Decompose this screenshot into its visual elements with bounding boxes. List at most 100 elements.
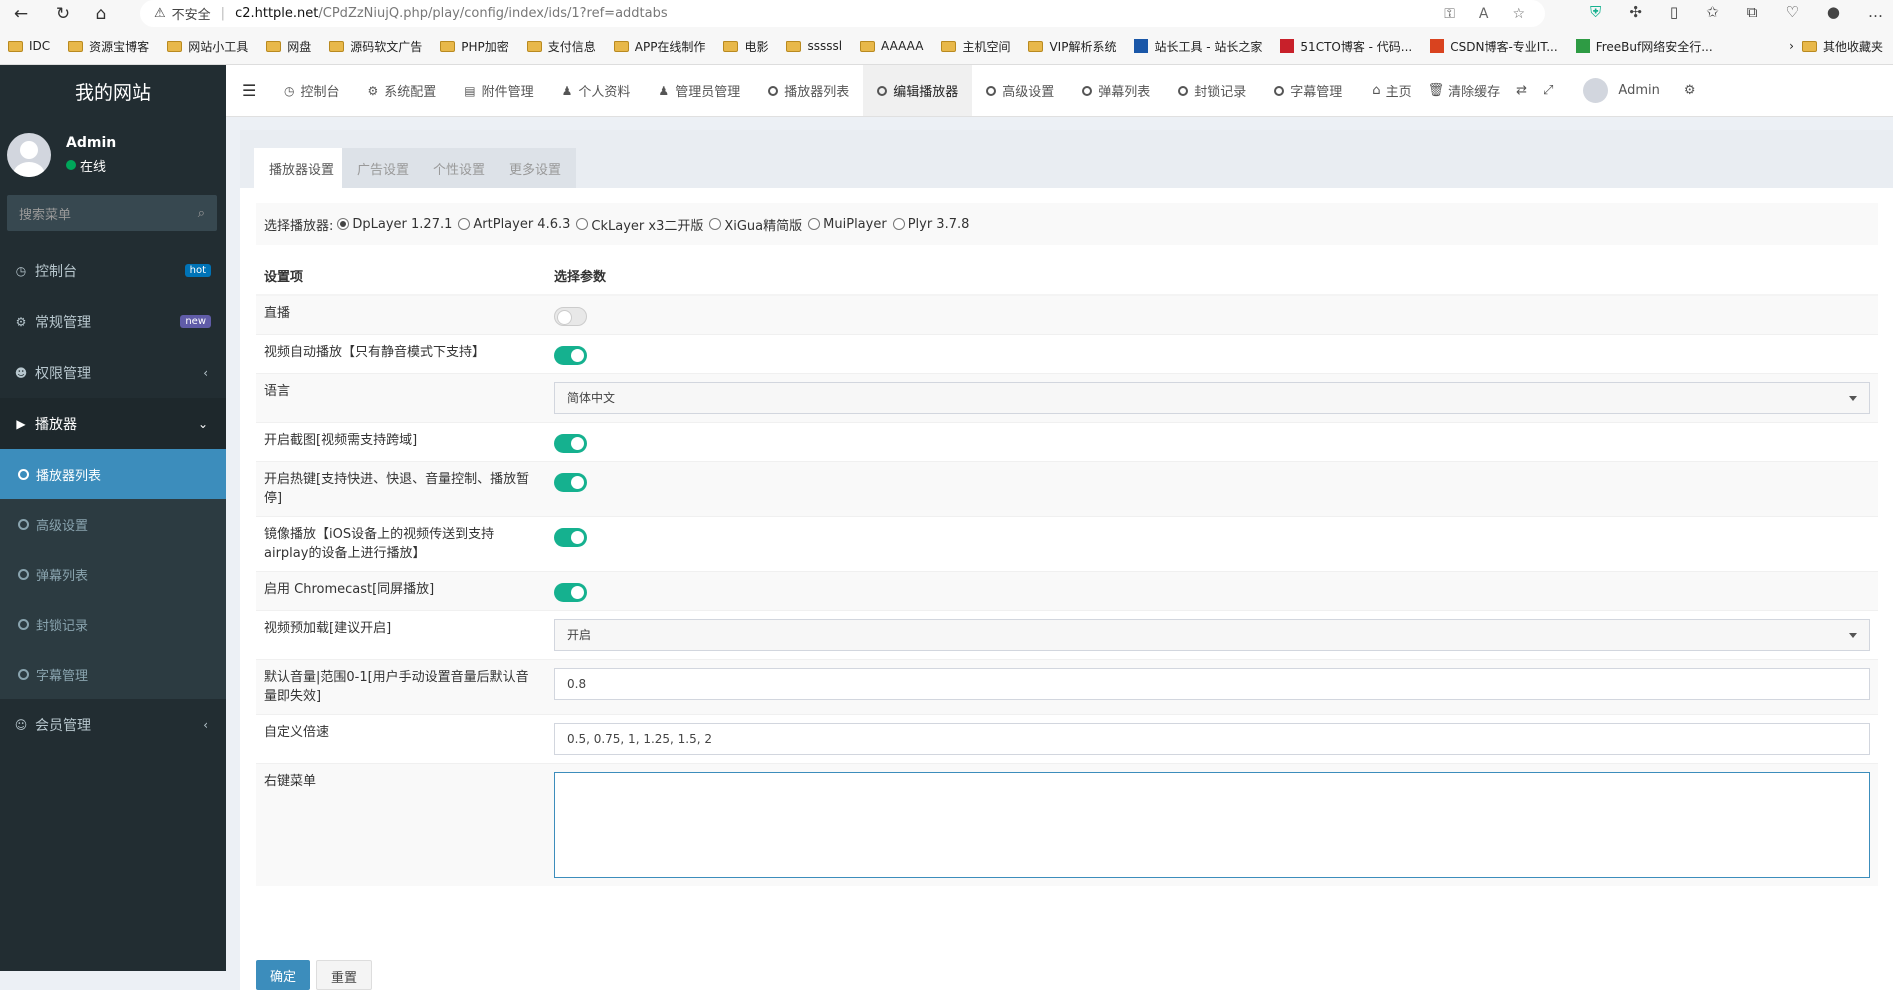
context-menu-textarea[interactable] (554, 772, 1870, 878)
radio-button[interactable] (808, 218, 821, 230)
tab-0[interactable]: ◷ 控制台 (270, 65, 354, 116)
toggle-switch[interactable] (554, 307, 587, 326)
bookmark-item[interactable]: 电影 (723, 38, 768, 55)
sidebar-subitem-3[interactable]: 封锁记录 (0, 599, 226, 649)
sidebar-subitem-0[interactable]: 播放器列表 (0, 449, 226, 499)
panel-tab-3[interactable]: 更多设置 (494, 148, 577, 188)
setting-value-cell (546, 294, 1878, 335)
key-icon[interactable]: ⚿ (1444, 6, 1455, 22)
tab-8[interactable]: 弹幕列表 (1068, 65, 1164, 116)
bookmark-item[interactable]: 资源宝博客 (68, 38, 149, 55)
admin-menu[interactable]: Admin (1583, 78, 1660, 103)
player-option[interactable]: CkLayer x3二开版 (576, 215, 703, 234)
sidebar-item-3[interactable]: ▶ 播放器 ⌄ (0, 398, 226, 449)
text-input[interactable]: 0.5, 0.75, 1, 1.25, 1.5, 2 (554, 723, 1870, 755)
sidebar-subitem-1[interactable]: 高级设置 (0, 499, 226, 549)
radio-button[interactable] (458, 218, 471, 230)
clear-cache-button[interactable]: 🗑 清除缓存 (1428, 81, 1501, 100)
sidebar-item-member[interactable]: ☺ 会员管理 ‹ (0, 699, 226, 750)
radio-button[interactable] (337, 218, 350, 230)
text-input[interactable]: 0.8 (554, 668, 1870, 700)
tab-7[interactable]: 高级设置 (972, 65, 1068, 116)
fullscreen-icon[interactable]: ⤢ (1543, 83, 1553, 98)
panel-tab-2[interactable]: 个性设置 (418, 148, 501, 188)
home-icon[interactable]: ⌂ (90, 3, 112, 25)
address-bar[interactable]: ⚠ 不安全 | c2.httple.net /CPdZzNiujQ.php/pl… (140, 0, 1545, 27)
collections-icon[interactable]: ⧉ (1747, 3, 1758, 21)
select-field[interactable]: 简体中文 (554, 382, 1870, 414)
player-option[interactable]: DpLayer 1.27.1 (337, 217, 452, 232)
bookmark-item[interactable]: PHP加密 (440, 38, 509, 55)
tab-9[interactable]: 封锁记录 (1164, 65, 1260, 116)
favorites-icon[interactable]: ✩ (1706, 3, 1719, 21)
shield-icon[interactable]: ⛨ (1590, 3, 1601, 21)
player-option[interactable]: Plyr 3.7.8 (892, 217, 969, 232)
other-favorites[interactable]: 其他收藏夹 (1801, 38, 1883, 55)
toggle-switch[interactable] (554, 583, 587, 602)
panel-tab-1[interactable]: 广告设置 (342, 148, 425, 188)
bookmark-item[interactable]: 网站小工具 (167, 38, 248, 55)
radio-button[interactable] (709, 218, 722, 230)
bookmark-item[interactable]: IDC (8, 39, 50, 53)
star-icon[interactable]: ☆ (1512, 6, 1525, 22)
setting-label: 直播 (256, 294, 546, 335)
bookmark-item[interactable]: AAAAA (860, 39, 923, 53)
tab-10[interactable]: 字幕管理 (1260, 65, 1356, 116)
toggle-switch[interactable] (554, 346, 587, 365)
tab-5[interactable]: 播放器列表 (754, 65, 863, 116)
sidebar-item-0[interactable]: ◷ 控制台 hot (0, 245, 226, 296)
menu-toggle-icon[interactable]: ☰ (242, 81, 266, 100)
address-divider: | (220, 6, 226, 21)
tab-1[interactable]: ⚙ 系统配置 (354, 65, 451, 116)
settings-icon[interactable]: ⚙ (1684, 83, 1696, 98)
tab-3[interactable]: ♟ 个人资料 (548, 65, 645, 116)
setting-label: 启用 Chromecast[同屏播放] (256, 571, 546, 611)
bookmark-item[interactable]: 网盘 (266, 38, 311, 55)
toggle-switch[interactable] (554, 528, 587, 547)
select-field[interactable]: 开启 (554, 619, 1870, 651)
tab-6[interactable]: 编辑播放器 (863, 65, 973, 116)
radio-button[interactable] (576, 218, 589, 230)
bookmark-item[interactable]: 主机空间 (941, 38, 1010, 55)
player-option[interactable]: MuiPlayer (808, 217, 887, 232)
bookmark-item[interactable]: 站长工具 - 站长之家 (1134, 38, 1262, 55)
player-option[interactable]: ArtPlayer 4.6.3 (458, 217, 570, 232)
profile-icon[interactable]: ● (1827, 3, 1840, 21)
bookmark-item[interactable]: 源码软文广告 (329, 38, 422, 55)
bookmark-item[interactable]: APP在线制作 (613, 38, 705, 55)
split-screen-icon[interactable]: ▯ (1670, 3, 1678, 21)
tab-2[interactable]: ▤ 附件管理 (450, 65, 547, 116)
bookmark-more[interactable]: › (1789, 39, 1794, 53)
site-title[interactable]: 我的网站 (0, 65, 226, 117)
reset-button[interactable]: 重置 (316, 960, 373, 990)
bookmark-item[interactable]: FreeBuf网络安全行... (1575, 38, 1713, 55)
menu-search-input[interactable]: 搜索菜单 ⌕ (7, 195, 217, 231)
performance-icon[interactable]: ♡ (1785, 3, 1798, 21)
more-icon[interactable]: … (1868, 3, 1883, 21)
bookmark-item[interactable]: 51CTO博客 - 代码... (1280, 38, 1412, 55)
sidebar-item-1[interactable]: ⚙ 常规管理 new (0, 296, 226, 347)
bookmark-item[interactable]: VIP解析系统 (1028, 38, 1116, 55)
toggle-switch[interactable] (554, 473, 587, 492)
sidebar-subitem-4[interactable]: 字幕管理 (0, 649, 226, 699)
translate-icon[interactable]: ⇄ (1516, 83, 1527, 98)
toggle-switch[interactable] (554, 434, 587, 453)
refresh-icon[interactable]: ↻ (52, 3, 74, 25)
setting-value-cell (546, 571, 1878, 611)
sidebar-item-2[interactable]: ☻ 权限管理 ‹ (0, 347, 226, 398)
sidebar-subitem-2[interactable]: 弹幕列表 (0, 549, 226, 599)
bookmark-item[interactable]: CSDN博客-专业IT... (1430, 38, 1558, 55)
radio-button[interactable] (892, 218, 905, 230)
extension-icon[interactable]: ✣ (1629, 3, 1642, 21)
panel-tab-0[interactable]: 播放器设置 (254, 148, 350, 188)
tab-4[interactable]: ♟ 管理员管理 (644, 65, 754, 116)
search-icon[interactable]: ⌕ (198, 206, 205, 221)
bookmark-item[interactable]: 支付信息 (526, 38, 596, 55)
chevron-right-icon[interactable]: › (1789, 39, 1794, 53)
home-link[interactable]: ⌂ 主页 (1372, 81, 1411, 100)
submit-button[interactable]: 确定 (256, 960, 311, 990)
player-option[interactable]: XiGua精简版 (709, 215, 802, 234)
back-icon[interactable]: ← (10, 3, 32, 25)
read-aloud-icon[interactable]: A (1479, 6, 1489, 22)
bookmark-item[interactable]: sssssl (786, 39, 842, 53)
